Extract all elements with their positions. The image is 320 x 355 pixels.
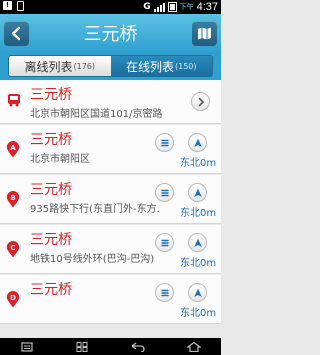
- page-title: 三元桥: [83, 24, 138, 45]
- item-distance: 东北0m: [180, 158, 217, 169]
- apps-grid-icon[interactable]: [75, 337, 89, 355]
- list-icon: [161, 289, 169, 297]
- list-icon: [161, 239, 169, 247]
- bus-icon: [8, 94, 20, 107]
- navigate-button[interactable]: [188, 183, 207, 202]
- network-type: G: [143, 2, 151, 12]
- tab-label: 在线列表: [125, 59, 174, 74]
- home-nav-icon[interactable]: [185, 337, 202, 355]
- item-address: 北京市朝阳区国道101/京密路: [30, 109, 163, 120]
- item-title: 三元桥: [30, 87, 72, 103]
- status-time: 4:37: [196, 1, 218, 13]
- system-nav-bar: [0, 338, 221, 355]
- status-ampm: 下午: [179, 3, 194, 11]
- tab-offline-list[interactable]: 离线列表 (176): [9, 56, 111, 76]
- map-marker-d-icon: D: [6, 291, 20, 308]
- signal-icon: [153, 2, 165, 12]
- item-address: 北京市朝阳区: [30, 154, 90, 165]
- item-title: 三元桥: [30, 282, 72, 298]
- battery-icon: [167, 2, 177, 12]
- item-distance: 东北0m: [180, 208, 217, 219]
- navigation-arrow-icon: [194, 238, 202, 247]
- item-title: 三元桥: [30, 182, 72, 198]
- navigation-arrow-icon: [194, 288, 202, 297]
- status-bar: ! G 下午 4:37: [0, 0, 221, 14]
- item-title: 三元桥: [30, 132, 72, 148]
- chevron-left-icon: [11, 26, 21, 41]
- list-item[interactable]: C 三元桥 地铁10号线外环(巴沟-巴沟) 东北0m: [0, 225, 221, 274]
- item-title: 三元桥: [30, 232, 72, 248]
- tab-online-list[interactable]: 在线列表 (150): [110, 56, 212, 76]
- device-icon: [17, 1, 24, 11]
- navigation-arrow-icon: [194, 188, 202, 197]
- map-button[interactable]: [192, 21, 217, 46]
- list-item[interactable]: A 三元桥 北京市朝阳区 东北0m: [0, 125, 221, 174]
- tab-count: (150): [175, 61, 197, 71]
- title-bar: 三元桥: [0, 14, 221, 53]
- navigation-arrow-icon: [194, 138, 202, 147]
- navigate-button[interactable]: [188, 233, 207, 252]
- item-address: 935路快下行(东直门外-东方...: [30, 204, 160, 215]
- map-marker-a-icon: A: [6, 141, 20, 158]
- marker-letter: A: [10, 144, 16, 152]
- marker-letter: B: [10, 194, 15, 202]
- list-icon: [161, 189, 169, 197]
- route-list-button[interactable]: [155, 183, 174, 202]
- list-tabs: 离线列表 (176) 在线列表 (150): [0, 53, 221, 80]
- map-marker-b-icon: B: [6, 191, 20, 208]
- tab-label: 离线列表: [24, 59, 73, 74]
- item-address: 地铁10号线外环(巴沟-巴沟): [30, 254, 155, 265]
- navigate-button[interactable]: [188, 283, 207, 302]
- back-button[interactable]: [4, 21, 29, 46]
- chevron-right-icon: [198, 97, 205, 107]
- marker-letter: D: [10, 294, 16, 302]
- marker-letter: C: [10, 244, 15, 252]
- screen: ! G 下午 4:37 三元桥 离线列表 (176) 在线列表 (150) 三元…: [0, 0, 221, 355]
- route-list-button[interactable]: [155, 233, 174, 252]
- tab-count: (176): [73, 61, 96, 71]
- result-list: 三元桥 北京市朝阳区国道101/京密路 A 三元桥 北京市朝阳区 东北0m B …: [0, 80, 221, 338]
- list-item[interactable]: B 三元桥 935路快下行(东直门外-东方... 东北0m: [0, 175, 221, 224]
- route-list-button[interactable]: [155, 133, 174, 152]
- list-item[interactable]: 三元桥 北京市朝阳区国道101/京密路: [0, 80, 221, 124]
- navigate-button[interactable]: [188, 133, 207, 152]
- map-icon: [198, 27, 211, 40]
- warning-icon: !: [3, 1, 12, 10]
- list-icon: [161, 139, 169, 147]
- list-item[interactable]: D 三元桥 东北0m: [0, 275, 221, 324]
- item-distance: 东北0m: [180, 308, 217, 319]
- item-distance: 东北0m: [180, 258, 217, 269]
- detail-button[interactable]: [191, 92, 210, 111]
- back-nav-icon[interactable]: [130, 337, 146, 355]
- map-marker-c-icon: C: [6, 241, 20, 258]
- menu-icon[interactable]: [20, 337, 34, 355]
- route-list-button[interactable]: [155, 283, 174, 302]
